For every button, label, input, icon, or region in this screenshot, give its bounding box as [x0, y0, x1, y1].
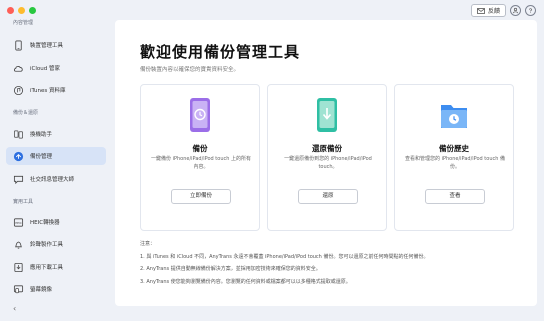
sidebar-item-label: 換機助手 — [30, 132, 53, 138]
backup-card-description: 一鍵備份 iPhone/iPad/iPod touch 上的所有內容。 — [151, 156, 251, 170]
sidebar-item-screen-mirror[interactable]: 螢幕鏡像 — [6, 280, 106, 298]
note-line: 2. AnyTrans 提供自動無線備份解決方案，並採用加密技術來確保您的資料安… — [140, 266, 321, 272]
collapse-sidebar-button[interactable]: ‹ — [13, 304, 16, 313]
sidebar-item-label: 備份管理 — [30, 154, 53, 160]
history-folder-icon — [441, 105, 467, 128]
app-window: 反饋 內容管理 裝置管理工具 iCloud 管家 iTunes 資料庫 備份＆還… — [0, 0, 544, 321]
phone-icon — [12, 39, 24, 51]
sidebar-item-itunes[interactable]: iTunes 資料庫 — [6, 81, 106, 99]
view-button[interactable]: 查看 — [425, 189, 485, 204]
restore-phone-icon — [317, 98, 337, 132]
sidebar-item-label: 應用下載工具 — [30, 265, 64, 271]
sidebar-item-icloud[interactable]: iCloud 管家 — [6, 59, 106, 77]
help-button[interactable] — [525, 5, 536, 16]
sidebar-item-label: 鈴聲製作工具 — [30, 242, 64, 248]
notes-heading: 注意： — [140, 241, 156, 247]
feedback-button[interactable]: 反饋 — [470, 4, 506, 17]
history-card-title: 備份歷史 — [439, 144, 469, 153]
sidebar-item-label: 社交訊息管理大師 — [30, 177, 75, 183]
sidebar-item-social-messages[interactable]: 社交訊息管理大師 — [6, 170, 106, 188]
sidebar-item-phone-switcher[interactable]: 換機助手 — [6, 125, 106, 143]
page-title: 歡迎使用備份管理工具 — [140, 43, 301, 61]
main-panel: 歡迎使用備份管理工具 備份裝置內容以確保您的寶貴資料安全。 備份 一鍵備份 iP… — [115, 20, 537, 306]
mail-icon — [477, 7, 485, 14]
note-line: 1. 與 iTunes 和 iCloud 不同，AnyTrans 永遠不會覆蓋 … — [140, 253, 429, 260]
screen-mirror-icon — [12, 283, 24, 295]
sidebar-item-heic-converter[interactable]: HEIC HEIC轉換器 — [6, 213, 106, 231]
sidebar-item-label: HEIC轉換器 — [30, 220, 60, 226]
bell-icon — [12, 238, 24, 250]
restore-card: 還原備份 一鍵還原備份到您的 iPhone/iPad/iPod touch。 還… — [267, 84, 387, 231]
backup-now-button[interactable]: 立即備份 — [171, 189, 231, 204]
sidebar-item-label: 裝置管理工具 — [30, 43, 64, 49]
history-card-description: 查看和管理您的 iPhone/iPad/iPod touch 備份。 — [405, 156, 505, 170]
chat-icon — [12, 173, 24, 185]
notes: 注意： 1. 與 iTunes 和 iCloud 不同，AnyTrans 永遠不… — [140, 238, 428, 288]
sidebar-item-label: iTunes 資料庫 — [30, 88, 66, 94]
section-title-content: 內容管理 — [13, 20, 34, 26]
sidebar-item-label: iCloud 管家 — [30, 66, 60, 72]
backup-phone-icon — [190, 98, 210, 132]
heic-icon: HEIC — [12, 216, 24, 228]
sidebar-item-device-manager[interactable]: 裝置管理工具 — [6, 36, 106, 54]
maximize-window-button[interactable] — [29, 7, 36, 14]
download-icon — [12, 261, 24, 273]
feedback-label: 反饋 — [487, 8, 500, 15]
sidebar-item-backup-manager[interactable]: 備份管理 — [6, 147, 106, 165]
note-line: 3. AnyTrans 使您能夠瀏覽備份內容。您瀏覽的任何資料或檔案都可以以多種… — [140, 278, 351, 285]
section-title-backup: 備份＆還原 — [13, 110, 39, 116]
cloud-icon — [12, 62, 24, 74]
minimize-window-button[interactable] — [18, 7, 25, 14]
page-subtitle: 備份裝置內容以確保您的寶貴資料安全。 — [140, 67, 240, 73]
sidebar-item-label: 螢幕鏡像 — [30, 287, 53, 293]
sidebar: 內容管理 裝置管理工具 iCloud 管家 iTunes 資料庫 備份＆還原 換… — [0, 16, 112, 321]
restore-card-title: 還原備份 — [312, 144, 342, 153]
backup-icon — [12, 150, 24, 162]
restore-button[interactable]: 還原 — [298, 189, 358, 204]
history-card: 備份歷史 查看和管理您的 iPhone/iPad/iPod touch 備份。 … — [394, 84, 514, 231]
sidebar-item-app-downloader[interactable]: 應用下載工具 — [6, 258, 106, 276]
sidebar-item-ringtone-maker[interactable]: 鈴聲製作工具 — [6, 235, 106, 253]
help-icon — [529, 8, 532, 13]
svg-text:HEIC: HEIC — [15, 220, 22, 224]
music-note-icon — [12, 84, 24, 96]
phone-transfer-icon — [12, 128, 24, 140]
user-icon — [512, 7, 519, 14]
section-title-tools: 實用工具 — [13, 199, 34, 205]
restore-card-description: 一鍵還原備份到您的 iPhone/iPad/iPod touch。 — [284, 156, 372, 170]
window-controls — [7, 7, 36, 14]
close-window-button[interactable] — [7, 7, 14, 14]
backup-card-title: 備份 — [192, 144, 208, 153]
backup-card: 備份 一鍵備份 iPhone/iPad/iPod touch 上的所有內容。 立… — [140, 84, 260, 231]
account-button[interactable] — [510, 5, 521, 16]
top-toolbar: 反饋 — [470, 4, 536, 17]
